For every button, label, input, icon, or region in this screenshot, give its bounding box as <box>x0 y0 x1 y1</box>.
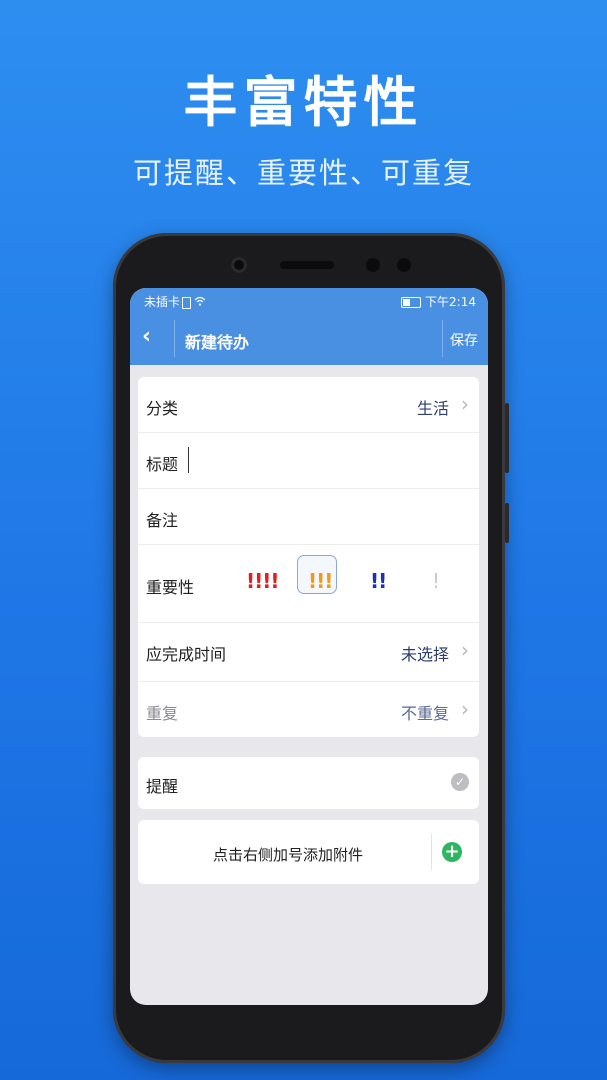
status-bar: 未插卡 下午2:14 <box>130 288 488 312</box>
promo-title: 丰富特性 <box>183 71 424 134</box>
importance-label: 重要性 <box>146 578 195 597</box>
chevron-right-icon: › <box>461 697 469 721</box>
importance-option-low[interactable]: ! <box>432 569 440 593</box>
promo-subtitle: 可提醒、重要性、可重复 <box>132 156 474 190</box>
wifi-icon <box>194 296 206 309</box>
phone-screen: 未插卡 下午2:14 ‹ 新建待办 保存 分类 生活 › 标题 备注 重要性 !… <box>130 288 488 1005</box>
due-time-label: 应完成时间 <box>146 645 227 664</box>
note-label: 备注 <box>146 511 179 530</box>
add-attachment-plus-icon[interactable]: + <box>442 842 462 862</box>
toolbar-divider <box>442 320 443 357</box>
sensor-icon <box>397 258 411 272</box>
clock: 下午2:14 <box>425 295 476 309</box>
category-value: 生活 <box>416 399 449 418</box>
todo-form-card: 分类 生活 › 标题 备注 重要性 !!!! !!! !! ! 应完成时间 未选… <box>138 377 479 737</box>
repeat-label: 重复 <box>146 704 179 723</box>
reminder-card: 提醒 ✓ <box>138 757 479 809</box>
speaker-grille <box>280 261 334 269</box>
page-title: 新建待办 <box>185 333 250 352</box>
attachment-hint: 点击右侧加号添加附件 <box>212 846 363 864</box>
sensor-icon <box>366 258 380 272</box>
due-time-row[interactable]: 应完成时间 未选择 › <box>138 623 479 682</box>
app-toolbar: ‹ 新建待办 保存 <box>130 312 488 365</box>
repeat-row[interactable]: 重复 不重复 › <box>138 682 479 737</box>
sim-icon <box>182 296 192 309</box>
note-row[interactable]: 备注 <box>138 489 479 545</box>
category-label: 分类 <box>146 399 179 418</box>
power-button <box>505 503 509 543</box>
importance-option-medium[interactable]: !! <box>370 569 387 593</box>
importance-option-highest[interactable]: !!!! <box>246 569 279 593</box>
save-button[interactable]: 保存 <box>450 330 478 350</box>
front-camera-icon <box>231 257 247 273</box>
chevron-right-icon: › <box>461 638 469 662</box>
title-label: 标题 <box>146 455 179 474</box>
carrier-label: 未插卡 <box>144 295 181 309</box>
due-time-value: 未选择 <box>400 645 449 664</box>
volume-button <box>505 403 509 473</box>
back-button[interactable]: ‹ <box>142 324 151 349</box>
repeat-value: 不重复 <box>400 704 449 723</box>
importance-row: 重要性 !!!! !!! !! ! <box>138 545 479 623</box>
title-row[interactable]: 标题 <box>138 433 479 489</box>
reminder-label: 提醒 <box>146 777 179 796</box>
reminder-check-icon[interactable]: ✓ <box>451 773 469 791</box>
importance-option-high[interactable]: !!! <box>308 569 333 593</box>
title-input[interactable] <box>188 447 189 473</box>
toolbar-divider <box>174 320 175 357</box>
category-row[interactable]: 分类 生活 › <box>138 377 479 433</box>
chevron-right-icon: › <box>461 392 469 416</box>
attachment-card: 点击右侧加号添加附件 + <box>138 820 479 884</box>
battery-icon <box>401 297 422 308</box>
attachment-divider <box>431 834 432 870</box>
